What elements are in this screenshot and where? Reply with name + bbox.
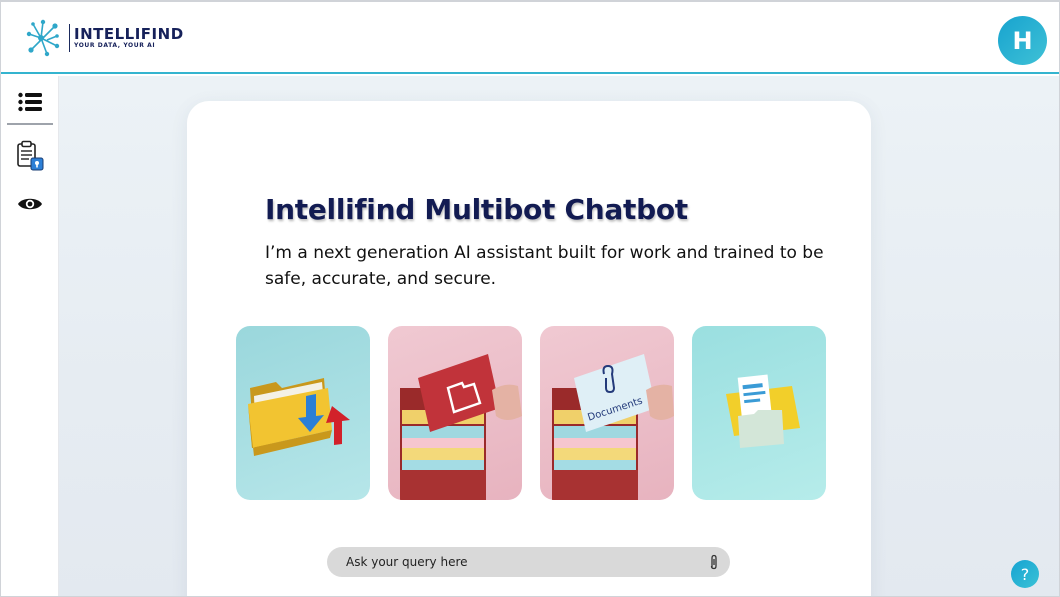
page-title: Intellifind Multibot Chatbot: [265, 193, 688, 226]
sidebar-item-documents[interactable]: [1, 140, 59, 172]
suggestion-tile-2[interactable]: [388, 326, 522, 500]
suggestion-tile-4[interactable]: [692, 326, 826, 500]
folder-transfer-image: [248, 378, 350, 456]
sidebar-divider: [7, 123, 53, 125]
folder-card-image: [400, 354, 522, 500]
paperclip-icon[interactable]: [706, 554, 722, 570]
list-icon: [18, 92, 42, 112]
top-header: INTELLIFIND YOUR DATA, YOUR AI H: [1, 2, 1059, 74]
open-folder-image: [726, 374, 800, 448]
network-logo-icon: [26, 19, 60, 57]
suggestion-tile-1[interactable]: [236, 326, 370, 500]
suggestion-tile-3[interactable]: Documents: [540, 326, 674, 500]
help-button[interactable]: ?: [1011, 560, 1039, 588]
sidebar-item-view[interactable]: [1, 194, 59, 214]
brand-text: INTELLIFIND YOUR DATA, YOUR AI: [74, 26, 184, 50]
query-input[interactable]: [327, 547, 730, 577]
logo-divider: [69, 24, 70, 52]
brand-logo[interactable]: INTELLIFIND YOUR DATA, YOUR AI: [21, 16, 184, 60]
sidebar: [1, 76, 59, 596]
eye-icon: [18, 198, 42, 210]
page-subtitle: I’m a next generation AI assistant built…: [265, 243, 824, 289]
brand-tagline: YOUR DATA, YOUR AI: [74, 42, 156, 49]
user-avatar[interactable]: H: [998, 16, 1047, 65]
documents-card-image: Documents: [552, 354, 674, 500]
document-lock-icon: [17, 140, 44, 171]
chat-card: Intellifind Multibot Chatbot I’m a next …: [187, 101, 871, 596]
main-area: Intellifind Multibot Chatbot I’m a next …: [59, 76, 1059, 596]
sidebar-item-list[interactable]: [1, 90, 59, 114]
app-window: INTELLIFIND YOUR DATA, YOUR AI H Intelli…: [0, 0, 1060, 597]
brand-name: INTELLIFIND: [74, 25, 184, 43]
